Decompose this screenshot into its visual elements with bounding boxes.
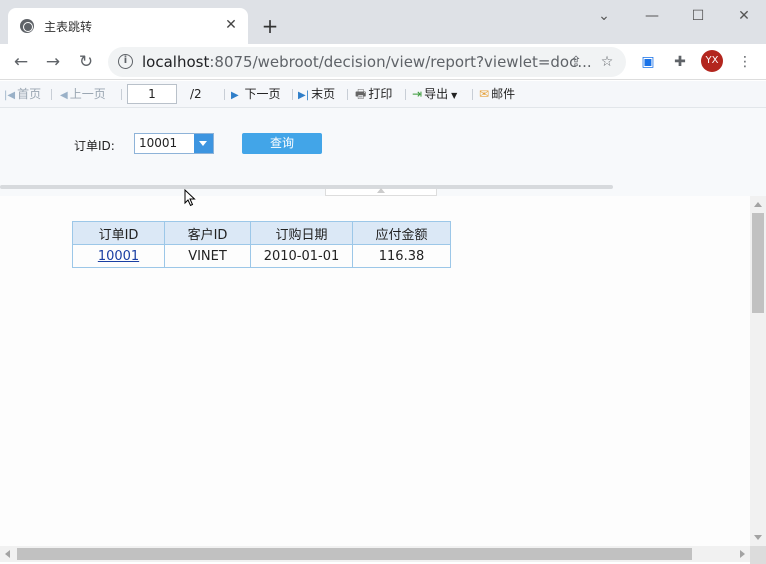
vertical-scroll-thumb[interactable] [752,213,764,313]
avatar[interactable]: YX [701,50,723,72]
address-bar[interactable]: i localhost:8075/webroot/decision/view/r… [108,47,626,77]
column-header: 订购日期 [250,221,353,245]
page-number-input[interactable]: 1 [127,84,177,104]
scrollbar-corner [750,546,766,564]
window-close-icon[interactable]: ✕ [734,6,754,26]
export-icon: ⇥ [412,87,423,101]
toolbar-divider [224,89,225,100]
new-tab-button[interactable]: + [258,14,282,38]
email-label: 邮件 [491,87,516,101]
scroll-up-arrow-icon[interactable] [754,202,762,207]
report-table: 订单ID 客户ID 订购日期 应付金额 10001 VINET 2010-01-… [72,221,451,268]
column-header: 订单ID [72,221,165,245]
reload-icon[interactable]: ↻ [75,51,97,73]
toolbar-divider [405,89,406,100]
envelope-icon: ✉ [479,87,490,101]
minimize-icon[interactable]: — [642,6,662,26]
next-page-icon: ▶ [231,90,239,101]
first-page-icon: |◀ [4,90,16,101]
toolbar-divider [292,89,293,100]
tab-close-icon[interactable]: ✕ [222,16,240,34]
browser-tab-strip: 主表跳转 ✕ + ⌄ — ☐ ✕ [0,0,766,44]
tab-title: 主表跳转 [44,20,93,34]
browser-tab[interactable]: 主表跳转 ✕ [8,8,248,44]
maximize-icon[interactable]: ☐ [688,6,708,26]
export-button[interactable]: ⇥ 导出 ▼ [412,86,457,103]
table-row: 10001 VINET 2010-01-01 116.38 [72,244,451,268]
extension-icon[interactable]: ▣ [639,53,657,71]
last-page-label: 末页 [311,87,336,101]
query-button[interactable]: 查询 [242,133,322,154]
back-arrow-icon[interactable]: ← [10,51,32,73]
info-icon[interactable]: i [118,54,133,69]
printer-icon: 🖶 [355,87,367,101]
horizontal-scroll-thumb[interactable] [17,548,692,560]
share-icon[interactable]: ⇪ [566,52,586,72]
menu-dots-icon[interactable]: ⋮ [736,53,754,71]
globe-icon [20,19,34,33]
table-cell: VINET [164,244,251,268]
panel-splitter[interactable] [0,185,613,189]
table-header-row: 订单ID 客户ID 订购日期 应付金额 [72,221,451,245]
prev-page-label: 上一页 [69,87,106,101]
report-body: 订单ID 客户ID 订购日期 应付金额 10001 VINET 2010-01-… [0,196,750,546]
puzzle-icon[interactable]: ✚ [671,53,689,71]
print-button[interactable]: 🖶 打印 [355,86,392,103]
column-header: 应付金额 [352,221,451,245]
url-path: :8075/webroot/decision/view/report?viewl… [209,53,592,71]
order-id-combo[interactable]: 10001 [134,133,214,154]
order-id-value[interactable]: 10001 [139,136,177,150]
scroll-right-arrow-icon[interactable] [740,550,745,558]
collapse-panel-handle[interactable] [325,188,437,196]
scroll-left-arrow-icon[interactable] [5,550,10,558]
first-page-label: 首页 [17,87,42,101]
toolbar-divider [51,89,52,100]
vertical-scrollbar[interactable] [750,196,766,546]
horizontal-scrollbar[interactable] [0,546,750,562]
order-id-label: 订单ID: [74,139,115,153]
url-text[interactable]: localhost:8075/webroot/decision/view/rep… [142,53,592,71]
star-icon[interactable]: ☆ [597,52,617,72]
toolbar-divider [347,89,348,100]
chevron-down-icon: ▼ [451,91,458,100]
report-toolbar: |◀ 首页 ◀ 上一页 1 /2 ▶ 下一页 ▶| 末页 🖶 打印 ⇥ 导出 ▼ ✉ 邮件 [0,81,766,108]
forward-arrow-icon[interactable]: → [42,51,64,73]
parameter-panel: 订单ID: 10001 查询 [0,108,766,196]
export-label: 导出 [424,87,449,101]
table-cell: 2010-01-01 [250,244,353,268]
first-page-button[interactable]: |◀ 首页 [4,86,41,103]
next-page-button[interactable]: ▶ 下一页 [231,86,281,103]
url-host: localhost [142,53,210,71]
last-page-icon: ▶| [298,90,310,101]
dropdown-arrow-icon[interactable] [194,134,213,153]
prev-page-button[interactable]: ◀ 上一页 [60,86,106,103]
print-label: 打印 [368,87,393,101]
browser-navbar: ← → ↻ i localhost:8075/webroot/decision/… [0,44,766,80]
table-cell: 10001 [72,244,165,268]
page-total: /2 [190,87,202,101]
tab-search-chevron-icon[interactable]: ⌄ [594,6,614,26]
toolbar-divider [472,89,473,100]
prev-page-icon: ◀ [60,90,68,101]
email-button[interactable]: ✉ 邮件 [479,86,515,103]
toolbar-divider [121,89,122,100]
next-page-label: 下一页 [244,87,281,101]
order-id-link[interactable]: 10001 [98,249,139,264]
table-cell: 116.38 [352,244,451,268]
scroll-down-arrow-icon[interactable] [754,535,762,540]
last-page-button[interactable]: ▶| 末页 [298,86,335,103]
column-header: 客户ID [164,221,251,245]
